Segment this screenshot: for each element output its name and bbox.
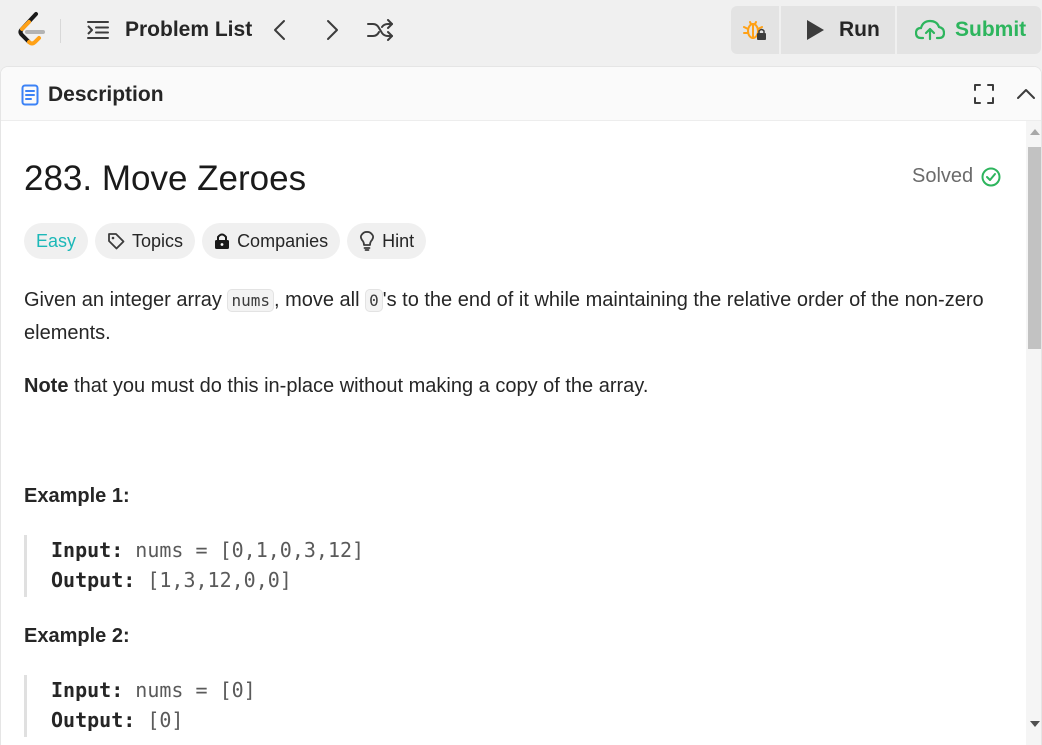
hint-label: Hint bbox=[382, 230, 415, 251]
desc-text: Given an integer array bbox=[24, 289, 228, 311]
problem-list-link[interactable]: Problem List bbox=[125, 18, 252, 42]
panel-header: Description bbox=[1, 67, 1041, 121]
companies-label: Companies bbox=[237, 230, 329, 251]
input-value: nums = [0,1,0,3,12] bbox=[135, 538, 365, 562]
debug-button[interactable] bbox=[731, 6, 779, 54]
vertical-scrollbar[interactable] bbox=[1026, 121, 1041, 745]
solved-status: Solved bbox=[912, 165, 1001, 188]
leetcode-logo-icon[interactable] bbox=[14, 10, 50, 50]
chevron-right-icon bbox=[327, 20, 338, 40]
check-circle-icon bbox=[981, 167, 1001, 186]
lightbulb-icon bbox=[360, 231, 375, 251]
random-problem-button[interactable] bbox=[364, 16, 396, 44]
description-paragraph: Given an integer array nums, move all 0 '… bbox=[24, 284, 999, 349]
desc-text: , move all bbox=[273, 289, 366, 311]
example-1-title: Example 1: bbox=[24, 485, 130, 507]
next-problem-button[interactable] bbox=[318, 16, 346, 44]
example-2-block: Input: nums = [0] Output: [0] bbox=[24, 675, 256, 737]
top-bar: Problem List Run Submit bbox=[0, 0, 1042, 62]
example-input: Input: nums = [0,1,0,3,12] bbox=[51, 535, 364, 565]
output-key: Output: bbox=[51, 568, 136, 592]
chevron-left-icon bbox=[274, 20, 285, 40]
difficulty-badge: Easy bbox=[24, 223, 89, 259]
example-1-block: Input: nums = [0,1,0,3,12] Output: [1,3,… bbox=[24, 535, 364, 597]
example-output: Output: [0] bbox=[51, 705, 256, 735]
problem-tags: Easy Topics Companies Hint bbox=[24, 223, 433, 259]
play-icon bbox=[807, 20, 824, 40]
shuffle-icon bbox=[367, 19, 393, 41]
chevron-up-icon[interactable] bbox=[1015, 83, 1037, 105]
input-key: Input: bbox=[51, 678, 124, 702]
topics-tag[interactable]: Topics bbox=[95, 223, 196, 259]
tab-description[interactable]: Description bbox=[48, 83, 164, 107]
list-icon[interactable] bbox=[86, 20, 110, 40]
tag-icon bbox=[108, 233, 125, 250]
inline-code-zero: 0 bbox=[365, 289, 383, 312]
solved-label: Solved bbox=[912, 165, 974, 187]
hint-tag[interactable]: Hint bbox=[347, 223, 427, 259]
note-paragraph: Note that you must do this in-place with… bbox=[24, 370, 999, 402]
example-output: Output: [1,3,12,0,0] bbox=[51, 565, 364, 595]
cloud-upload-icon bbox=[915, 19, 945, 41]
output-key: Output: bbox=[51, 708, 136, 732]
run-button[interactable]: Run bbox=[781, 6, 895, 54]
problem-title[interactable]: 283. Move Zeroes bbox=[24, 159, 306, 199]
maximize-icon[interactable] bbox=[973, 83, 995, 105]
description-icon bbox=[21, 84, 39, 106]
description-panel: Description 283. Move Zeroes Solved Easy bbox=[0, 66, 1042, 745]
output-value: [0] bbox=[147, 708, 184, 732]
input-value: nums = [0] bbox=[135, 678, 256, 702]
note-text: that you must do this in-place without m… bbox=[68, 375, 649, 397]
topics-label: Topics bbox=[132, 230, 184, 251]
problem-content: 283. Move Zeroes Solved Easy Topics Comp… bbox=[1, 121, 1025, 745]
output-value: [1,3,12,0,0] bbox=[147, 568, 292, 592]
example-2-title: Example 2: bbox=[24, 625, 130, 647]
bug-lock-icon bbox=[743, 21, 766, 40]
companies-tag[interactable]: Companies bbox=[202, 223, 341, 259]
input-key: Input: bbox=[51, 538, 124, 562]
note-label: Note bbox=[24, 375, 69, 397]
submit-button-label: Submit bbox=[955, 18, 1027, 41]
submit-button[interactable]: Submit bbox=[897, 6, 1041, 54]
lock-icon bbox=[215, 233, 230, 249]
prev-problem-button[interactable] bbox=[266, 16, 294, 44]
inline-code-nums: nums bbox=[227, 289, 274, 312]
toolbar-divider bbox=[60, 19, 61, 43]
run-controls: Run Submit bbox=[731, 6, 1041, 54]
scroll-down-arrow-icon[interactable] bbox=[1030, 721, 1040, 727]
run-button-label: Run bbox=[839, 18, 880, 41]
scroll-up-arrow-icon[interactable] bbox=[1030, 129, 1040, 135]
example-input: Input: nums = [0] bbox=[51, 675, 256, 705]
scrollbar-thumb[interactable] bbox=[1028, 147, 1041, 349]
